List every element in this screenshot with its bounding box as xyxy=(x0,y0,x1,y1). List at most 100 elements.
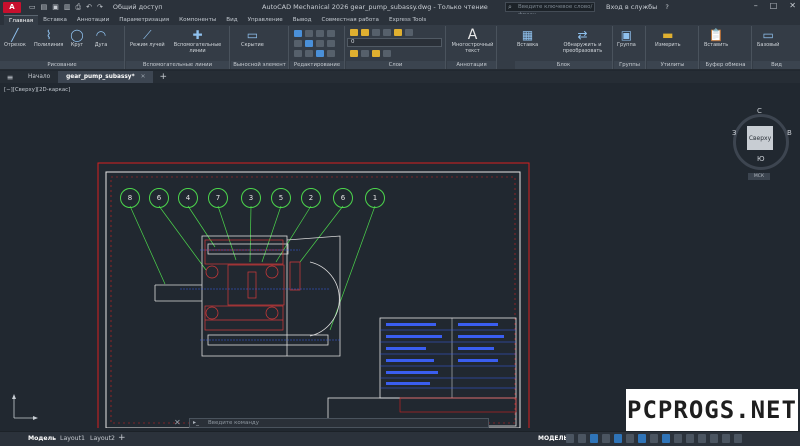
model-space-button[interactable]: МОДЕЛЬ xyxy=(538,435,568,442)
layer-match-icon[interactable] xyxy=(405,29,413,36)
viewport-controls[interactable]: [−][Сверху][2D-каркас] xyxy=(4,87,70,93)
layer-on-icon[interactable] xyxy=(350,29,358,36)
customize-icon[interactable] xyxy=(734,434,742,443)
layout-tab-model[interactable]: Модель xyxy=(28,435,56,442)
group-tool[interactable]: ▣ Группа xyxy=(617,28,636,48)
mtext-tool[interactable]: A Многострочный текст xyxy=(449,28,496,54)
ortho-toggle-icon[interactable] xyxy=(590,434,598,443)
trim-icon[interactable] xyxy=(316,30,324,37)
search-input[interactable]: ⌕ Введите ключевое слово/фразу xyxy=(505,2,595,18)
layout-tab-1[interactable]: Layout1 xyxy=(60,435,85,442)
viewcube-south[interactable]: Ю xyxy=(757,155,765,163)
hide-tool[interactable]: ▭ Скрытие xyxy=(241,28,264,48)
copy-icon[interactable] xyxy=(294,40,302,47)
tab-express-tools[interactable]: Express Tools xyxy=(384,15,431,25)
viewcube-north[interactable]: С xyxy=(757,107,762,115)
save-icon[interactable]: ▣ xyxy=(52,3,59,11)
layer-freeze-icon[interactable] xyxy=(361,29,369,36)
maximize-icon[interactable]: □ xyxy=(770,1,778,10)
line-tool[interactable]: ╱ Отрезок xyxy=(4,28,26,48)
move-icon[interactable] xyxy=(294,30,302,37)
undo-icon[interactable]: ↶ xyxy=(86,3,92,11)
new-icon[interactable]: ▭ xyxy=(29,3,36,11)
hamburger-menu-icon[interactable]: ≡ xyxy=(0,73,20,82)
polar-toggle-icon[interactable] xyxy=(602,434,610,443)
tab-collaborate[interactable]: Совместная работа xyxy=(317,15,384,25)
viewcube-east[interactable]: В xyxy=(787,129,792,137)
transparency-toggle-icon[interactable] xyxy=(662,434,670,443)
array-icon[interactable] xyxy=(316,50,324,57)
drawing-tab[interactable]: gear_pump_subassy* ✕ xyxy=(58,71,154,83)
lineweight-toggle-icon[interactable] xyxy=(650,434,658,443)
save-as-icon[interactable]: ▥ xyxy=(64,3,71,11)
command-close-icon[interactable]: ✕ xyxy=(174,418,181,427)
paste-tool[interactable]: 📋 Вставить xyxy=(704,28,728,48)
layer-dropdown[interactable]: 0 xyxy=(347,38,442,47)
tab-view[interactable]: Вид xyxy=(221,15,242,25)
layer-states-icon[interactable] xyxy=(394,29,402,36)
drawing-canvas[interactable]: 864735261 xyxy=(0,83,800,428)
viewcube-west[interactable]: З xyxy=(732,129,737,137)
close-tab-icon[interactable]: ✕ xyxy=(141,74,146,80)
measure-tool[interactable]: ▬ Измерить xyxy=(655,28,681,48)
fillet-icon[interactable] xyxy=(316,40,324,47)
fullscreen-icon[interactable] xyxy=(722,434,730,443)
scale-icon[interactable] xyxy=(305,50,313,57)
osnap-toggle-icon[interactable] xyxy=(614,434,622,443)
isolate-icon[interactable] xyxy=(710,434,718,443)
polyline-tool[interactable]: ⌇ Полилиния xyxy=(34,28,63,48)
offset-icon[interactable] xyxy=(327,50,335,57)
polyline-icon: ⌇ xyxy=(45,28,52,42)
grid-toggle-icon[interactable] xyxy=(566,434,574,443)
add-layout-icon[interactable]: + xyxy=(118,433,126,443)
arc-tool[interactable]: ◠ Дуга xyxy=(94,28,108,48)
detect-convert-tool[interactable]: ⇄ Обнаружить и преобразовать xyxy=(553,28,612,54)
explode-icon[interactable] xyxy=(327,40,335,47)
rotate-icon[interactable] xyxy=(305,30,313,37)
sign-in-button[interactable]: Вход в службы xyxy=(606,3,657,11)
tab-home[interactable]: Главная xyxy=(4,15,39,25)
annotation-scale-icon[interactable] xyxy=(674,434,682,443)
layer-iso-icon[interactable] xyxy=(350,50,358,57)
stretch-icon[interactable] xyxy=(294,50,302,57)
layout-tab-2[interactable]: Layout2 xyxy=(90,435,115,442)
layer-color-icon[interactable] xyxy=(383,29,391,36)
share-button[interactable]: Общий доступ xyxy=(113,3,163,11)
start-tab[interactable]: Начало xyxy=(20,71,58,83)
erase-icon[interactable] xyxy=(327,30,335,37)
command-input[interactable]: ▸_ Введите команду xyxy=(189,418,489,428)
construction-lines-tool[interactable]: ✚ Вспомогательные линии xyxy=(166,28,229,54)
layer-off-icon[interactable] xyxy=(361,50,369,57)
base-view-tool[interactable]: ▭ Базовый xyxy=(757,28,779,48)
units-icon[interactable] xyxy=(698,434,706,443)
insert-tool[interactable]: ▦ Вставка xyxy=(517,28,538,48)
tab-components[interactable]: Компоненты xyxy=(174,15,221,25)
tab-manage[interactable]: Управление xyxy=(243,15,288,25)
viewcube-top-face[interactable]: Сверху xyxy=(747,126,773,150)
otrack-toggle-icon[interactable] xyxy=(626,434,634,443)
layer-current-icon[interactable] xyxy=(372,50,380,57)
redo-icon[interactable]: ↷ xyxy=(97,3,103,11)
viewcube[interactable]: Сверху С Ю З В xyxy=(727,107,795,176)
new-tab-icon[interactable]: + xyxy=(159,72,167,82)
wcs-menu[interactable]: МСК xyxy=(748,173,770,180)
help-icon[interactable]: ? xyxy=(665,3,668,11)
tab-output[interactable]: Вывод xyxy=(288,15,317,25)
ray-mode-tool[interactable]: ⟋ Режим лучей xyxy=(130,28,165,48)
app-menu-button[interactable]: A xyxy=(3,1,21,13)
layer-walk-icon[interactable] xyxy=(383,50,391,57)
tab-parametric[interactable]: Параметризация xyxy=(114,15,174,25)
tab-annotate[interactable]: Аннотации xyxy=(72,15,114,25)
layer-lock-icon[interactable] xyxy=(372,29,380,36)
minimize-icon[interactable]: – xyxy=(754,1,758,10)
close-icon[interactable]: ✕ xyxy=(789,1,796,10)
circle-tool[interactable]: ◯ Круг xyxy=(70,28,84,48)
tab-insert[interactable]: Вставка xyxy=(38,15,72,25)
group-construction-label: Вспомогательные линии xyxy=(126,61,229,69)
mirror-icon[interactable] xyxy=(305,40,313,47)
workspace-icon[interactable] xyxy=(686,434,694,443)
dyn-toggle-icon[interactable] xyxy=(638,434,646,443)
open-icon[interactable]: ▤ xyxy=(41,3,48,11)
print-icon[interactable]: ⎙ xyxy=(76,3,82,12)
snap-toggle-icon[interactable] xyxy=(578,434,586,443)
